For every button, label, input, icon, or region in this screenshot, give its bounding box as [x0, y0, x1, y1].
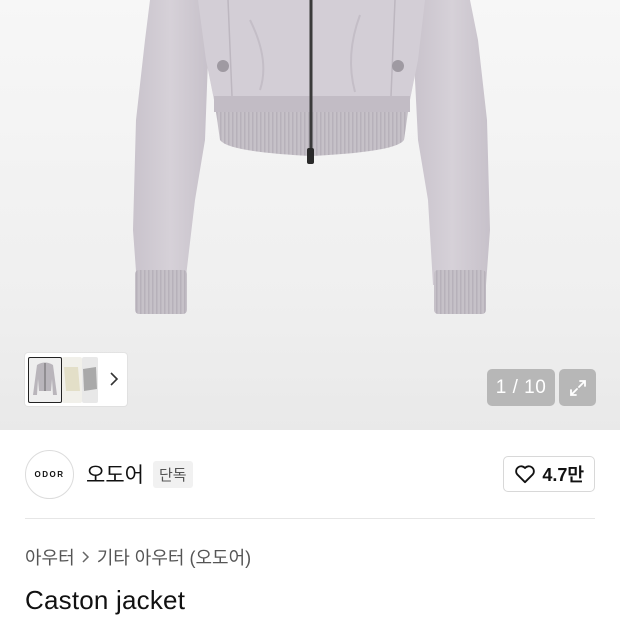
expand-icon	[569, 379, 586, 396]
brand-logo-text: ODOR	[34, 469, 65, 479]
like-count: 4.7만	[542, 465, 584, 485]
brand-name[interactable]: 오도어	[86, 459, 144, 489]
heart-icon	[515, 465, 536, 484]
breadcrumb-item-other-outer[interactable]: 기타 아우터 (오도어)	[97, 544, 251, 570]
like-button[interactable]: 4.7만	[503, 456, 595, 492]
image-counter: 1 / 10	[487, 369, 555, 406]
breadcrumb: 아우터 기타 아우터 (오도어)	[25, 544, 251, 570]
product-image-gallery[interactable]: 1 / 10	[0, 0, 620, 430]
thumbnail-strip[interactable]	[25, 353, 127, 406]
expand-button[interactable]	[559, 369, 596, 406]
divider	[25, 518, 595, 519]
thumbnail-3[interactable]	[82, 356, 98, 403]
thumbnail-2[interactable]	[62, 356, 82, 403]
brand-logo[interactable]: ODOR	[25, 449, 74, 499]
chevron-right-icon	[82, 551, 89, 563]
brand-row: ODOR 오도어 단독 4.7만	[25, 448, 595, 500]
exclusive-badge: 단독	[152, 460, 193, 488]
thumbnail-1[interactable]	[28, 356, 62, 403]
product-title: Caston jacket	[25, 585, 186, 615]
breadcrumb-item-outer[interactable]: 아우터	[25, 544, 75, 570]
chevron-right-icon[interactable]	[107, 370, 121, 388]
